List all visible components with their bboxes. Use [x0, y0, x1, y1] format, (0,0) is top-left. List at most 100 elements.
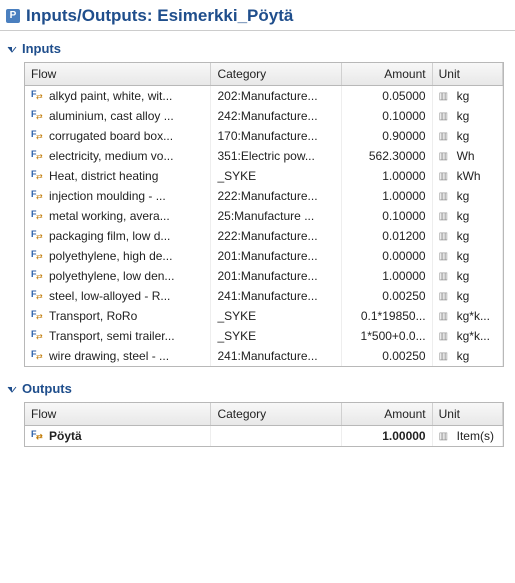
category-cell[interactable]: _SYKE: [211, 326, 342, 346]
amount-cell[interactable]: 1*500+0.0...: [342, 326, 432, 346]
unit-cell[interactable]: ▥Wh: [432, 146, 502, 166]
table-row[interactable]: Transport, RoRo_SYKE0.1*19850...▥kg*k...: [25, 306, 503, 326]
ruler-icon: ▥: [439, 231, 453, 242]
column-header-unit[interactable]: Unit: [432, 63, 502, 86]
amount-cell[interactable]: 0.90000: [342, 126, 432, 146]
amount-cell[interactable]: 0.00000: [342, 246, 432, 266]
unit-cell[interactable]: ▥kg: [432, 346, 502, 366]
amount-cell[interactable]: 0.05000: [342, 86, 432, 107]
amount-cell[interactable]: 1.00000: [342, 426, 432, 447]
category-cell[interactable]: 241:Manufacture...: [211, 286, 342, 306]
table-row[interactable]: metal working, avera...25:Manufacture ..…: [25, 206, 503, 226]
table-row[interactable]: Pöytä 1.00000▥Item(s): [25, 426, 503, 447]
category-cell[interactable]: 202:Manufacture...: [211, 86, 342, 107]
category-cell[interactable]: 170:Manufacture...: [211, 126, 342, 146]
unit-cell[interactable]: ▥kg: [432, 246, 502, 266]
column-header-flow[interactable]: Flow: [25, 403, 211, 426]
category-cell[interactable]: _SYKE: [211, 306, 342, 326]
amount-cell[interactable]: 0.00250: [342, 286, 432, 306]
flow-cell[interactable]: corrugated board box...: [25, 126, 211, 146]
amount-cell[interactable]: 0.1*19850...: [342, 306, 432, 326]
amount-cell[interactable]: 1.00000: [342, 186, 432, 206]
flow-cell[interactable]: electricity, medium vo...: [25, 146, 211, 166]
flow-cell[interactable]: Heat, district heating: [25, 166, 211, 186]
category-cell[interactable]: 201:Manufacture...: [211, 246, 342, 266]
flow-icon: [31, 90, 45, 102]
flow-cell[interactable]: Transport, semi trailer...: [25, 326, 211, 346]
ruler-icon: ▥: [439, 311, 453, 322]
unit-cell[interactable]: ▥kg: [432, 186, 502, 206]
flow-cell[interactable]: polyethylene, high de...: [25, 246, 211, 266]
table-row[interactable]: alkyd paint, white, wit...202:Manufactur…: [25, 86, 503, 107]
column-header-unit[interactable]: Unit: [432, 403, 502, 426]
category-cell[interactable]: [211, 426, 342, 447]
flow-cell[interactable]: metal working, avera...: [25, 206, 211, 226]
category-cell[interactable]: 242:Manufacture...: [211, 106, 342, 126]
flow-cell[interactable]: packaging film, low d...: [25, 226, 211, 246]
amount-cell[interactable]: 0.10000: [342, 106, 432, 126]
table-row[interactable]: Heat, district heating_SYKE1.00000▥kWh: [25, 166, 503, 186]
unit-cell[interactable]: ▥kg*k...: [432, 326, 502, 346]
flow-icon: [31, 250, 45, 262]
amount-cell[interactable]: 0.01200: [342, 226, 432, 246]
unit-cell[interactable]: ▥kg: [432, 286, 502, 306]
flow-cell[interactable]: Transport, RoRo: [25, 306, 211, 326]
category-cell[interactable]: 222:Manufacture...: [211, 186, 342, 206]
unit-cell[interactable]: ▥kg: [432, 86, 502, 107]
ruler-icon: ▥: [439, 331, 453, 342]
amount-cell[interactable]: 0.10000: [342, 206, 432, 226]
column-header-amount[interactable]: Amount: [342, 403, 432, 426]
flow-name: Transport, semi trailer...: [49, 329, 175, 343]
flow-cell[interactable]: wire drawing, steel - ...: [25, 346, 211, 366]
unit-cell[interactable]: ▥kg*k...: [432, 306, 502, 326]
unit-cell[interactable]: ▥kg: [432, 206, 502, 226]
unit-cell[interactable]: ▥ kg: [432, 226, 502, 246]
column-header-amount[interactable]: Amount: [342, 63, 432, 86]
column-header-flow[interactable]: Flow: [25, 63, 211, 86]
table-row[interactable]: polyethylene, high de...201:Manufacture.…: [25, 246, 503, 266]
inputs-section-header[interactable]: Inputs: [4, 39, 511, 62]
title-prefix: Inputs/Outputs:: [26, 6, 157, 25]
table-row[interactable]: polyethylene, low den...201:Manufacture.…: [25, 266, 503, 286]
column-header-category[interactable]: Category: [211, 403, 342, 426]
table-row[interactable]: corrugated board box...170:Manufacture..…: [25, 126, 503, 146]
flow-cell[interactable]: aluminium, cast alloy ...: [25, 106, 211, 126]
flow-icon: [31, 110, 45, 122]
flow-cell[interactable]: alkyd paint, white, wit...: [25, 86, 211, 107]
table-row[interactable]: Transport, semi trailer... _SYKE1*500+0.0…: [25, 326, 503, 346]
flow-cell[interactable]: steel, low-alloyed - R...: [25, 286, 211, 306]
unit-cell[interactable]: ▥kWh: [432, 166, 502, 186]
table-row[interactable]: steel, low-alloyed - R...241:Manufacture…: [25, 286, 503, 306]
category-cell[interactable]: 201:Manufacture...: [211, 266, 342, 286]
table-row[interactable]: wire drawing, steel - ...241:Manufacture…: [25, 346, 503, 366]
amount-cell[interactable]: 1.00000: [342, 166, 432, 186]
table-row[interactable]: injection moulding - ...222:Manufacture.…: [25, 186, 503, 206]
flow-cell[interactable]: Pöytä: [25, 426, 211, 447]
unit-text: kg: [457, 229, 470, 243]
flow-icon: [31, 170, 45, 182]
amount-cell[interactable]: 0.00250: [342, 346, 432, 366]
column-header-category[interactable]: Category: [211, 63, 342, 86]
flow-cell[interactable]: injection moulding - ...: [25, 186, 211, 206]
category-cell[interactable]: 25:Manufacture ...: [211, 206, 342, 226]
amount-cell[interactable]: 1.00000: [342, 266, 432, 286]
unit-cell[interactable]: ▥kg: [432, 126, 502, 146]
category-cell[interactable]: _SYKE: [211, 166, 342, 186]
ruler-icon: ▥: [439, 171, 453, 182]
table-row[interactable]: electricity, medium vo...351:Electric po…: [25, 146, 503, 166]
inputs-table[interactable]: Flow Category Amount Unit alkyd paint, w…: [24, 62, 504, 367]
flow-icon: [31, 130, 45, 142]
category-cell[interactable]: 241:Manufacture...: [211, 346, 342, 366]
outputs-section-header[interactable]: Outputs: [4, 379, 511, 402]
flow-icon: [31, 330, 45, 342]
category-cell[interactable]: 222:Manufacture...: [211, 226, 342, 246]
unit-cell[interactable]: ▥Item(s): [432, 426, 502, 447]
outputs-table[interactable]: Flow Category Amount Unit Pöytä 1.00000▥I…: [24, 402, 504, 447]
table-row[interactable]: aluminium, cast alloy ...242:Manufacture…: [25, 106, 503, 126]
amount-cell[interactable]: 562.30000: [342, 146, 432, 166]
category-cell[interactable]: 351:Electric pow...: [211, 146, 342, 166]
unit-cell[interactable]: ▥kg: [432, 266, 502, 286]
flow-cell[interactable]: polyethylene, low den...: [25, 266, 211, 286]
table-row[interactable]: packaging film, low d...222:Manufacture.…: [25, 226, 503, 246]
unit-cell[interactable]: ▥kg: [432, 106, 502, 126]
